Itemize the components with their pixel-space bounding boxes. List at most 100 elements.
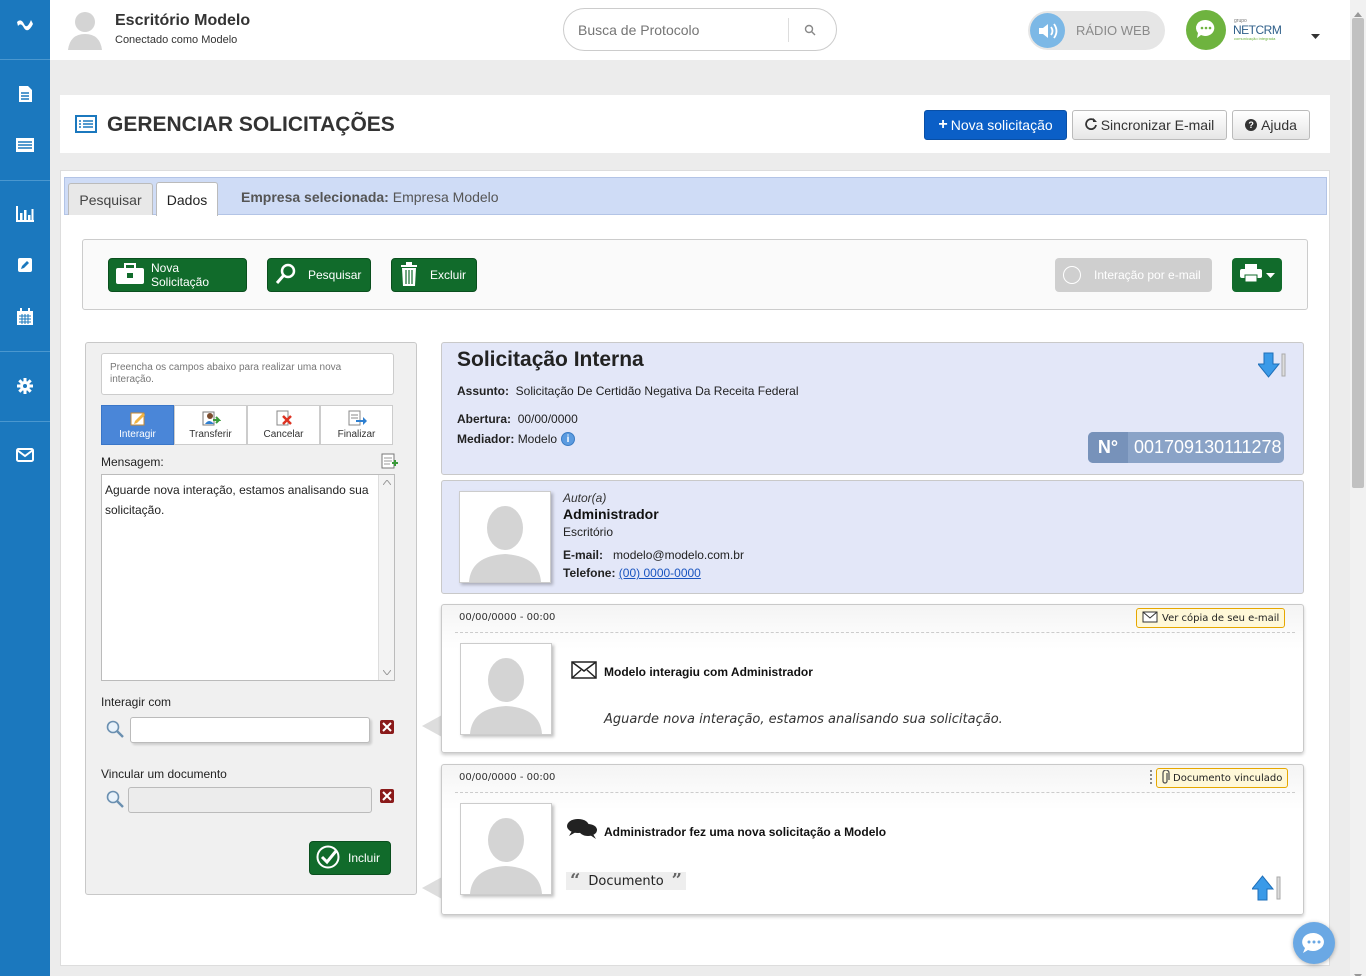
help-button[interactable]: ? Ajuda: [1232, 110, 1310, 140]
scrollbar-thumb[interactable]: [1352, 18, 1364, 488]
person-icon: [470, 818, 542, 894]
radio-web-button[interactable]: RÁDIO WEB: [1028, 11, 1165, 50]
delete-button[interactable]: Excluir: [391, 258, 477, 292]
arrow-down-icon[interactable]: [1256, 352, 1288, 383]
pencil-note-icon: [129, 410, 147, 429]
request-number-badge: N° 001709130111278: [1088, 432, 1284, 463]
phone-link[interactable]: (00) 0000-0000: [619, 566, 701, 580]
chevron-down-icon[interactable]: [1311, 27, 1321, 45]
email-copy-badge[interactable]: Ver cópia de seu e-mail: [1136, 608, 1286, 628]
close-quote-icon: ”: [671, 870, 683, 891]
scroll-up-icon[interactable]: [1354, 4, 1362, 22]
author-email: E-mail: modelo@modelo.com.br: [563, 548, 744, 562]
toggle-circle-icon: [1063, 266, 1081, 284]
protocol-search: [563, 8, 837, 51]
chart-icon[interactable]: [0, 194, 50, 234]
new-request-button[interactable]: + Nova solicitação: [924, 110, 1067, 140]
protocol-search-input[interactable]: [578, 19, 783, 41]
transfer-action-button[interactable]: Transferir: [174, 405, 247, 445]
cancel-document-icon: [275, 410, 293, 429]
template-icon[interactable]: [381, 453, 399, 474]
request-title: Solicitação Interna: [457, 348, 644, 371]
check-circle-icon: [316, 845, 340, 872]
tab-dados[interactable]: Dados: [156, 182, 218, 216]
author-org: Escritório: [563, 525, 614, 539]
trash-icon: [398, 261, 420, 290]
message-textarea[interactable]: Aguarde nova interação, estamos analisan…: [101, 474, 395, 681]
divider: [455, 792, 1295, 793]
author-avatar: [459, 491, 551, 583]
envelope-icon: [571, 661, 597, 684]
document-icon[interactable]: [0, 74, 50, 114]
interact-with-label: Interagir com: [101, 695, 172, 709]
briefcase-icon: [115, 262, 145, 288]
interaction-title: Administrador fez uma nova solicitação a…: [604, 825, 887, 839]
email-interaction-toggle[interactable]: Interação por e-mail: [1055, 258, 1212, 292]
person-icon: [469, 506, 541, 582]
interact-with-input[interactable]: [130, 717, 370, 743]
arrow-up-icon[interactable]: [1250, 875, 1284, 906]
edit-icon[interactable]: [0, 245, 50, 285]
message-label: Mensagem:: [101, 455, 164, 469]
new-solicitation-button[interactable]: Nova Solicitação: [108, 258, 247, 292]
request-mediator: Mediador: Modelo: [457, 432, 558, 446]
interact-action-button[interactable]: Interagir: [101, 405, 174, 445]
document-quote[interactable]: “ Documento ”: [566, 870, 687, 891]
app-logo-icon[interactable]: [0, 5, 50, 45]
search-icon[interactable]: [105, 719, 125, 744]
finalize-action-button[interactable]: Finalizar: [320, 405, 393, 445]
request-opening: Abertura: 00/00/0000: [457, 412, 578, 426]
bubble-pointer: [422, 715, 442, 737]
include-button[interactable]: Incluir: [309, 841, 391, 875]
interaction-avatar: [460, 803, 552, 895]
interaction-title: Modelo interagiu com Administrador: [604, 665, 813, 679]
link-document-input[interactable]: [128, 787, 372, 813]
drag-handle-icon[interactable]: [1150, 770, 1153, 784]
calendar-icon[interactable]: [0, 297, 50, 337]
interaction-avatar: [460, 643, 552, 735]
clear-interact-icon[interactable]: [380, 720, 394, 734]
sidebar: [0, 0, 50, 976]
user-avatar-icon: [66, 8, 104, 50]
paperclip-icon: [1162, 768, 1170, 787]
request-subject: Assunto: Solicitação De Certidão Negativ…: [457, 384, 799, 398]
chat-widget-icon[interactable]: [1293, 922, 1335, 964]
page-title: GERENCIAR SOLICITAÇÕES: [107, 113, 395, 136]
selected-company: Empresa selecionada: Empresa Modelo: [241, 189, 499, 205]
gear-icon[interactable]: [0, 366, 50, 406]
author-role: Autor(a): [563, 491, 607, 505]
scroll-down-icon[interactable]: [1354, 966, 1362, 976]
interaction-message: Aguarde nova interação, estamos analisan…: [604, 712, 1003, 727]
bubble-pointer: [422, 877, 442, 899]
textarea-scrollbar[interactable]: [378, 475, 394, 680]
search-icon[interactable]: [804, 23, 816, 41]
info-icon[interactable]: i: [561, 432, 575, 446]
link-document-label: Vincular um documento: [101, 767, 227, 781]
tab-pesquisar[interactable]: Pesquisar: [68, 183, 153, 215]
interaction-datetime: 00/00/0000 - 00:00: [459, 772, 556, 783]
question-icon: ?: [1245, 119, 1258, 131]
connected-as: Conectado como Modelo: [115, 34, 238, 46]
interaction-datetime: 00/00/0000 - 00:00: [459, 612, 556, 623]
print-menu-button[interactable]: [1232, 258, 1282, 292]
speaker-icon: [1030, 13, 1065, 48]
sync-email-button[interactable]: Sincronizar E-mail: [1072, 110, 1227, 140]
cancel-action-button[interactable]: Cancelar: [247, 405, 320, 445]
person-icon: [470, 658, 542, 734]
list-icon[interactable]: [0, 125, 50, 165]
clear-document-icon[interactable]: [380, 789, 394, 803]
search-icon[interactable]: [105, 789, 125, 814]
mail-icon[interactable]: [0, 435, 50, 475]
request-number: 001709130111278: [1134, 437, 1282, 457]
netcrm-logo-icon: [1186, 10, 1226, 50]
refresh-icon: [1084, 117, 1097, 133]
linked-document-badge[interactable]: Documento vinculado: [1156, 768, 1289, 788]
search-button[interactable]: Pesquisar: [267, 258, 371, 292]
magnifier-icon: [274, 263, 298, 288]
brand-name: NETCRM: [1233, 23, 1282, 37]
envelope-icon: [1142, 611, 1158, 626]
chat-bubbles-icon: [566, 818, 598, 845]
author-phone: Telefone: (00) 0000-0000: [563, 566, 701, 580]
list-icon: [75, 115, 97, 138]
caret-down-icon: [1266, 266, 1275, 284]
